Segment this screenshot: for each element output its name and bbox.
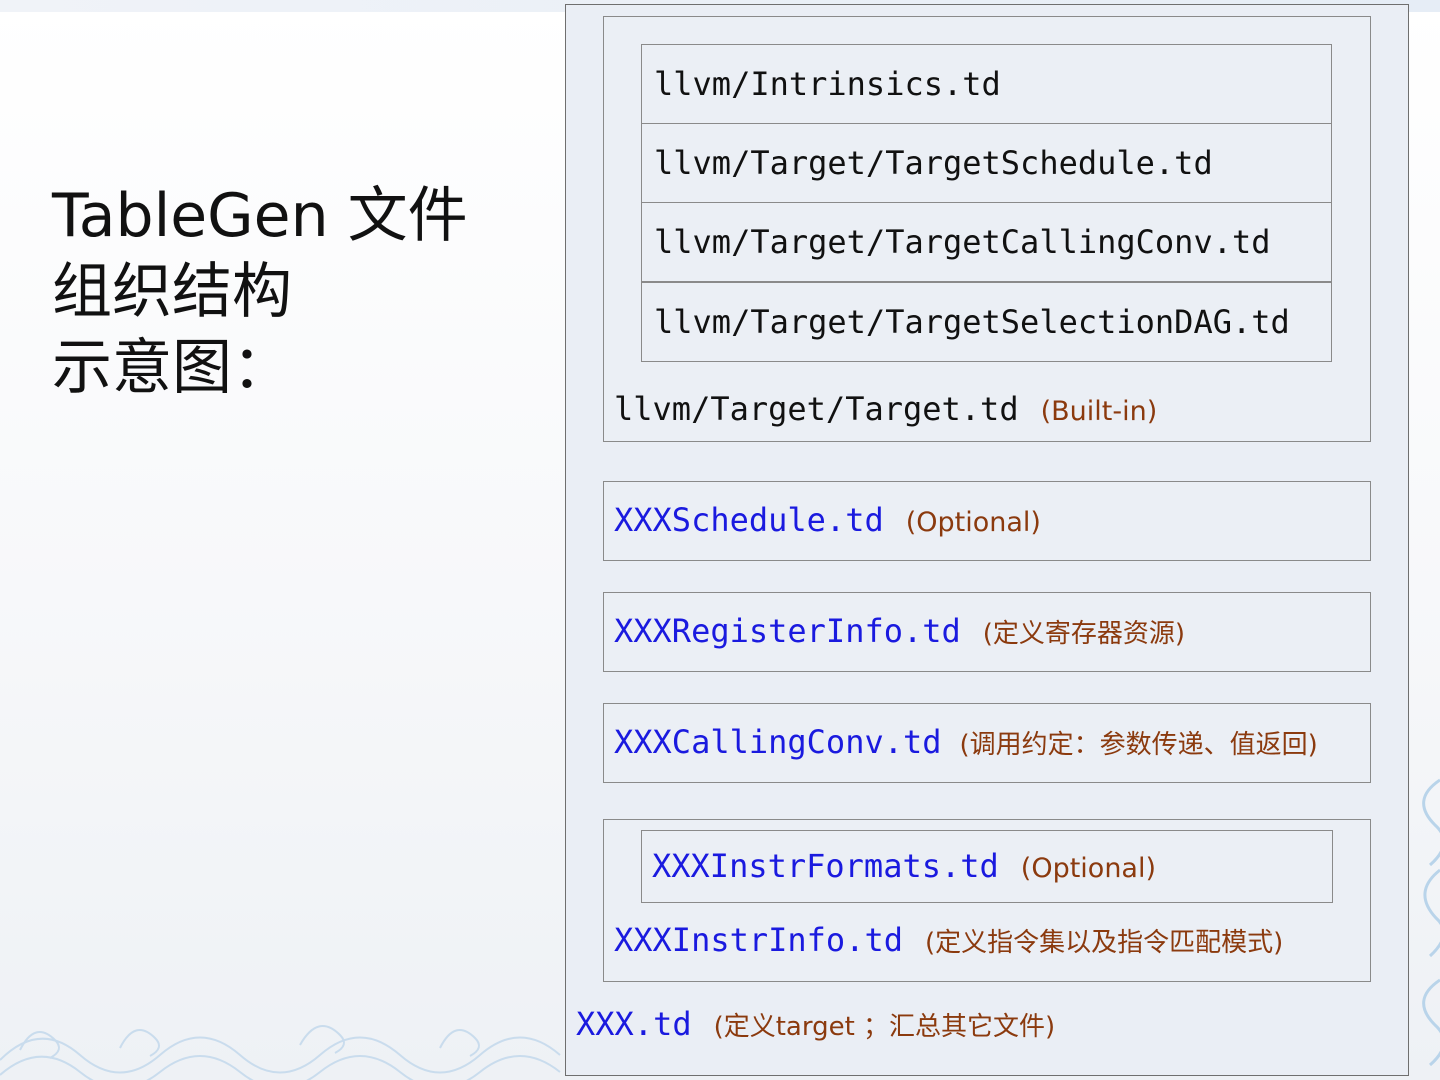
instr-info-td-filename: XXXInstrInfo.td [614,921,903,959]
schedule-td-filename: XXXSchedule.td [614,501,884,539]
xxx-td-filename: XXX.td [576,1005,692,1043]
calling-conv-td-label: XXXCallingConv.td (调用约定：参数传递、值返回) [614,724,1318,766]
instr-info-td-note: (定义指令集以及指令匹配模式) [924,928,1284,958]
schedule-td-note: (Optional) [905,507,1041,538]
instr-formats-td-note: (Optional) [1020,853,1157,884]
schedule-td-label: XXXSchedule.td (Optional) [614,502,1041,544]
included-file-path: llvm/Target/TargetSelectionDAG.td [654,303,1290,341]
calling-conv-td-note: (调用约定：参数传递、值返回) [959,730,1318,760]
schedule-td-box: XXXSchedule.td (Optional) [603,481,1371,561]
instr-formats-td-box: XXXInstrFormats.td (Optional) [641,830,1333,903]
target-td-label: llvm/Target/Target.td (Built-in) [614,391,1157,433]
included-file-row: llvm/Intrinsics.td [641,44,1332,124]
calling-conv-td-filename: XXXCallingConv.td [614,723,942,761]
instr-formats-td-filename: XXXInstrFormats.td [652,847,999,885]
target-included-files-list: llvm/Intrinsics.td llvm/Target/TargetSch… [641,44,1332,362]
register-info-td-label: XXXRegisterInfo.td (定义寄存器资源) [614,613,1185,655]
calling-conv-td-box: XXXCallingConv.td (调用约定：参数传递、值返回) [603,703,1371,783]
slide-title-line-2: 组织结构 [52,257,292,327]
slide-title: TableGen 文件 组织结构 示意图： [52,178,468,406]
instr-formats-td-label: XXXInstrFormats.td (Optional) [652,848,1156,890]
register-info-td-note: (定义寄存器资源) [982,619,1186,649]
xxx-td-note: (定义target ；汇总其它文件) [713,1012,1056,1042]
included-file-path: llvm/Target/TargetCallingConv.td [654,223,1271,261]
register-info-td-filename: XXXRegisterInfo.td [614,612,961,650]
included-file-path: llvm/Target/TargetSchedule.td [654,144,1213,182]
target-td-filename: llvm/Target/Target.td [614,390,1019,428]
included-file-row: llvm/Target/TargetSchedule.td [641,123,1332,203]
target-td-note: (Built-in) [1040,396,1158,427]
included-file-row: llvm/Target/TargetCallingConv.td [641,202,1332,282]
wave-pattern-right-decor [1422,778,1440,1067]
instr-info-td-label: XXXInstrInfo.td (定义指令集以及指令匹配模式) [614,922,1283,964]
slide-title-line-3: 示意图： [52,333,292,403]
included-file-path: llvm/Intrinsics.td [654,65,1001,103]
slide-title-line-1: TableGen 文件 [52,181,468,251]
instr-info-td-group-box: XXXInstrFormats.td (Optional) XXXInstrInf… [603,819,1371,982]
included-file-row: llvm/Target/TargetSelectionDAG.td [641,282,1332,362]
xxx-td-label: XXX.td (定义target ；汇总其它文件) [576,1006,1055,1048]
register-info-td-box: XXXRegisterInfo.td (定义寄存器资源) [603,592,1371,672]
